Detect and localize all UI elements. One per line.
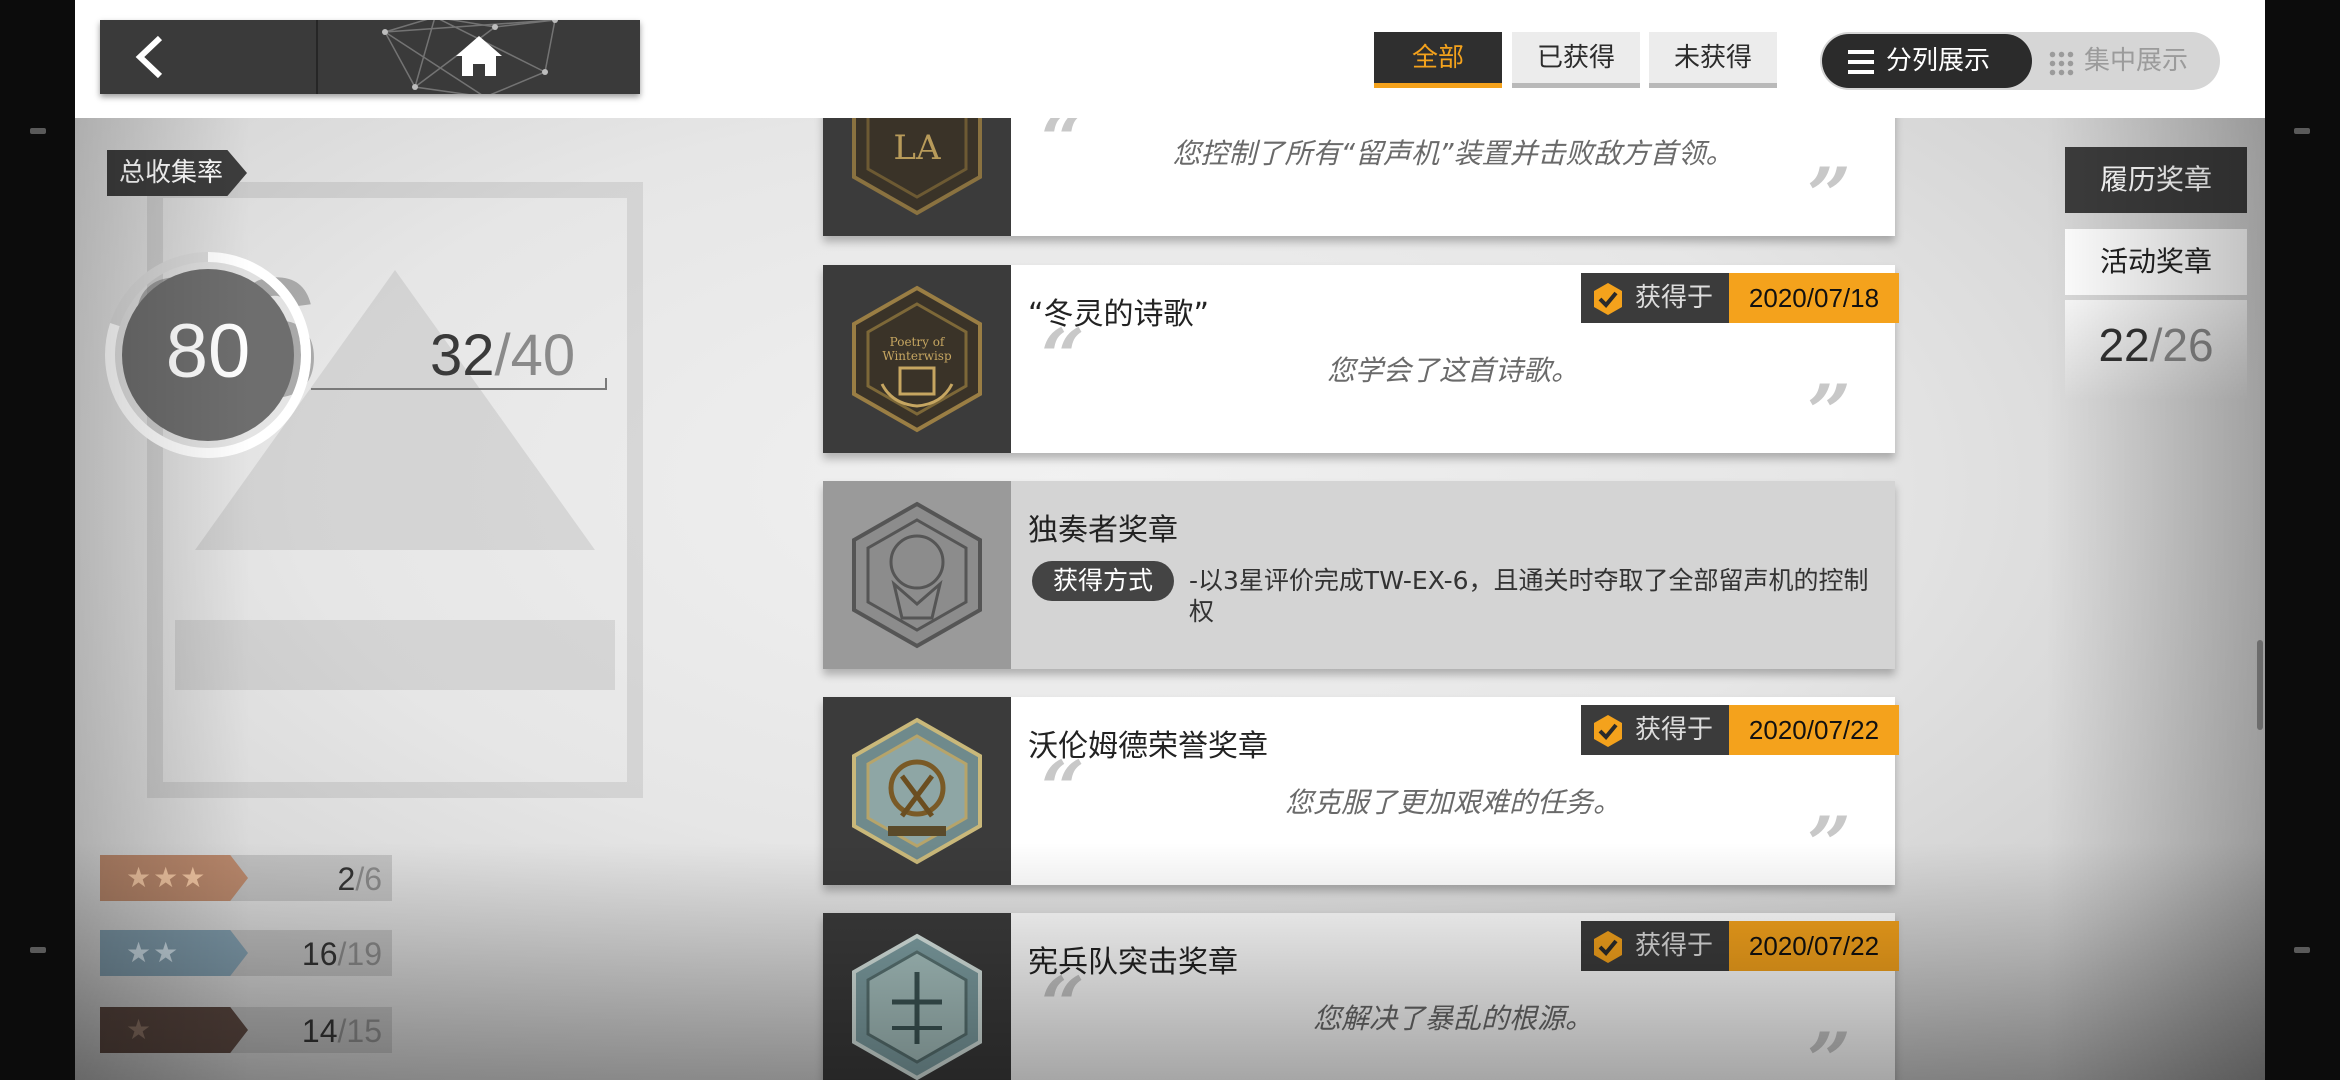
three-star-count: 2/6 xyxy=(337,861,382,897)
tab-event-medals[interactable]: 活动奖章 xyxy=(2065,229,2247,295)
one-star-row: ★ 14/15 xyxy=(100,1007,392,1053)
medal-quote: 您控制了所有“留声机”装置并击败敌方首领。 xyxy=(1172,137,1734,170)
bezel-marker xyxy=(2294,128,2310,134)
obtained-label: 获得于 xyxy=(1581,921,1729,971)
two-star-icon: ★★ xyxy=(100,930,248,976)
gendarmerie-assault-medal-icon xyxy=(852,933,982,1080)
medal-card-locked[interactable]: 独奏者奖章 获得方式 -以3星评价完成TW-EX-6，且通关时夺取了全部留声机的… xyxy=(823,481,1895,669)
quote-close-mark: ” xyxy=(1807,151,1851,240)
poetry-medal-icon: Poetry of Winterwisp xyxy=(852,285,982,433)
medal-image xyxy=(823,697,1011,885)
event-medal-count: 22/26 xyxy=(2098,319,2214,371)
chevron-left-icon xyxy=(135,35,163,79)
two-star-count: 16/19 xyxy=(301,936,382,972)
medal-quote: 您学会了这首诗歌。 xyxy=(1326,354,1579,387)
total-rate-label: 总收集率 xyxy=(107,150,247,196)
svg-text:Poetry of: Poetry of xyxy=(890,335,946,349)
home-icon xyxy=(456,36,502,76)
quote-close-mark: ” xyxy=(1807,1016,1851,1080)
filter-tab-obtained[interactable]: 已获得 xyxy=(1512,32,1640,88)
one-star-count: 14/15 xyxy=(301,1013,382,1049)
medal-quote: 您解决了暴乱的根源。 xyxy=(1312,1002,1593,1035)
grid-dots-icon xyxy=(2048,50,2074,76)
home-button[interactable] xyxy=(320,20,640,94)
filter-tab-not-obtained[interactable]: 未获得 xyxy=(1649,32,1777,88)
medal-image: Poetry of Winterwisp xyxy=(823,265,1011,453)
nav-box xyxy=(100,20,640,94)
split-view-button[interactable]: 分列展示 xyxy=(1822,34,2032,88)
medal-screen: 总收集率 96 80 32/40 ★★★ 2/6 ★★ 16/19 ★ 14/1… xyxy=(75,0,2265,1080)
svg-text:LA: LA xyxy=(893,128,941,168)
collection-rate-value: 80 xyxy=(165,309,251,394)
obtained-date: 2020/07/22 xyxy=(1729,921,1899,971)
obtained-label: 获得于 xyxy=(1581,705,1729,755)
view-mode-toggle: 分列展示 集中展示 xyxy=(1820,32,2220,90)
two-star-row: ★★ 16/19 xyxy=(100,930,392,976)
top-bar: 全部 已获得 未获得 分列展示 集中展示 xyxy=(75,0,2265,118)
medal-card[interactable]: Poetry of Winterwisp “冬灵的诗歌” 获得于 2020/07… xyxy=(823,265,1899,457)
obtained-badge: 获得于 2020/07/22 xyxy=(1581,705,1899,755)
obtained-date: 2020/07/22 xyxy=(1729,705,1899,755)
bezel-marker xyxy=(30,128,46,134)
medal-quote: 您克服了更加艰难的任务。 xyxy=(1284,786,1621,819)
check-badge-icon xyxy=(1594,931,1622,963)
list-icon xyxy=(1848,50,1874,80)
three-star-icon: ★★★ xyxy=(100,855,248,901)
obtain-method-tag: 获得方式 xyxy=(1032,561,1174,601)
quote-close-mark: ” xyxy=(1807,368,1851,457)
soloist-medal-icon xyxy=(852,501,982,649)
count-underline xyxy=(311,378,607,390)
one-star-icon: ★ xyxy=(100,1007,248,1053)
bezel-marker xyxy=(2294,947,2310,953)
total-collection-count: 32/40 xyxy=(430,323,576,388)
obtained-date: 2020/07/18 xyxy=(1729,273,1899,323)
back-button[interactable] xyxy=(100,20,318,94)
quote-close-mark: ” xyxy=(1807,800,1851,889)
filter-tab-all[interactable]: 全部 xyxy=(1374,32,1502,88)
list-scrollbar[interactable] xyxy=(2257,640,2263,730)
three-star-row: ★★★ 2/6 xyxy=(100,855,392,901)
tab-resume-medals[interactable]: 履历奖章 xyxy=(2065,147,2247,213)
medal-card[interactable]: 宪兵队突击奖章 获得于 2020/07/22 “ 您解决了暴乱的根源。 ” xyxy=(823,913,1899,1080)
wallmond-honor-medal-icon xyxy=(852,717,982,865)
obtained-badge: 获得于 2020/07/22 xyxy=(1581,921,1899,971)
focus-view-button[interactable]: 集中展示 xyxy=(2042,34,2218,88)
obtained-label: 获得于 xyxy=(1581,273,1729,323)
medal-name: 独奏者奖章 xyxy=(1028,513,1178,548)
medal-card[interactable]: 沃伦姆德荣誉奖章 获得于 2020/07/22 “ 您克服了更加艰难的任务。 ” xyxy=(823,697,1899,889)
medal-image xyxy=(823,481,1011,669)
check-badge-icon xyxy=(1594,283,1622,315)
bezel-marker xyxy=(30,947,46,953)
total-count-value: 40 xyxy=(510,323,576,388)
obtained-count: 32 xyxy=(430,323,495,388)
medal-image xyxy=(823,913,1011,1080)
obtained-badge: 获得于 2020/07/18 xyxy=(1581,273,1899,323)
check-badge-icon xyxy=(1594,715,1622,747)
obtain-method-text: -以3星评价完成TW-EX-6，且通关时夺取了全部留声机的控制权 xyxy=(1189,566,1869,626)
svg-text:Winterwisp: Winterwisp xyxy=(882,349,952,363)
